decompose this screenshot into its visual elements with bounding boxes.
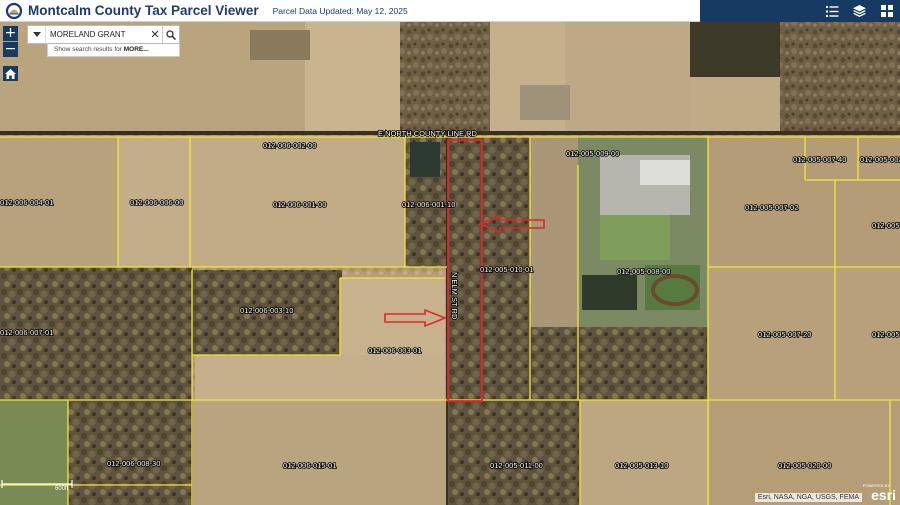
- parcel-label: 012-005-009-00: [566, 149, 619, 158]
- search-bar: ✕: [27, 25, 180, 44]
- app-title: Montcalm County Tax Parcel Viewer: [28, 3, 259, 18]
- home-button[interactable]: [3, 66, 18, 81]
- parcel-label: 012-006-004-01: [0, 198, 53, 207]
- parcel-label: 012-005-020-00: [778, 461, 831, 470]
- parcel-label: 012-005-0: [872, 221, 900, 230]
- list-icon[interactable]: [819, 0, 846, 22]
- parcel-label: 012-005-002: [860, 155, 900, 164]
- search-input[interactable]: [46, 26, 148, 43]
- search-icon: [166, 29, 176, 40]
- search-suggestion-term: MORE...: [123, 46, 149, 53]
- search-source-dropdown[interactable]: [28, 26, 46, 43]
- zoom-out-button[interactable]: −: [3, 42, 18, 57]
- header-toolbar: [700, 0, 900, 22]
- aerial-map[interactable]: E NORTH COUNTY LINE RD N ELM ST RD 012-0…: [0, 22, 900, 505]
- clear-search-button[interactable]: ✕: [148, 26, 162, 43]
- parcel-label: 012-006-001-10: [402, 200, 455, 209]
- map-view[interactable]: E NORTH COUNTY LINE RD N ELM ST RD 012-0…: [0, 22, 900, 505]
- parcel-label: 012-006-002-00: [263, 141, 316, 150]
- parcel-label: 012-005-007-20: [758, 330, 811, 339]
- search-widget: ✕ Show search results for MORE...: [27, 25, 180, 57]
- parcel-label: 012-005-008-00: [617, 267, 670, 276]
- search-suggestion-text: Show search results for: [54, 46, 122, 53]
- parcel-label: 012-005: [872, 330, 900, 339]
- home-icon: [5, 68, 16, 79]
- parcel-label: 012-006-006-00: [130, 198, 183, 207]
- caret-down-icon: [32, 32, 41, 37]
- road-label-elm: N ELM ST RD: [450, 272, 459, 320]
- county-logo-icon: [5, 2, 23, 19]
- parcel-label: 012-006-003-10: [240, 306, 293, 315]
- parcel-label: 012-005-007-02: [745, 203, 798, 212]
- search-button[interactable]: [162, 26, 179, 43]
- app-header: Montcalm County Tax Parcel Viewer Parcel…: [0, 0, 900, 22]
- search-suggestion[interactable]: Show search results for MORE...: [47, 44, 180, 57]
- parcel-label: 012-006-007-01: [0, 328, 53, 337]
- app-window: Montcalm County Tax Parcel Viewer Parcel…: [0, 0, 900, 505]
- grid-icon[interactable]: [873, 0, 900, 22]
- parcel-label: 012-005-010-01: [480, 265, 533, 274]
- esri-logo[interactable]: esri: [871, 487, 896, 503]
- parcel-label: 012-005-007-40: [793, 155, 846, 164]
- parcel-label: 012-006-015-01: [283, 461, 336, 470]
- parcel-label: 012-005-011-00: [490, 461, 543, 470]
- parcel-label: 012-006-003-01: [368, 346, 421, 355]
- layers-icon[interactable]: [846, 0, 873, 22]
- road-label-north: E NORTH COUNTY LINE RD: [378, 129, 477, 138]
- parcel-label: 012-005-013-10: [615, 461, 668, 470]
- map-attribution: Esri, NASA, NGA, USGS, FEMA: [754, 493, 862, 502]
- parcel-label: 012-006-008-30: [107, 459, 160, 468]
- scale-label: 600ft: [55, 486, 69, 492]
- zoom-in-button[interactable]: +: [3, 26, 18, 41]
- parcel-label: 012-006-001-00: [273, 200, 326, 209]
- data-updated-text: Parcel Data Updated: May 12, 2025: [272, 5, 408, 16]
